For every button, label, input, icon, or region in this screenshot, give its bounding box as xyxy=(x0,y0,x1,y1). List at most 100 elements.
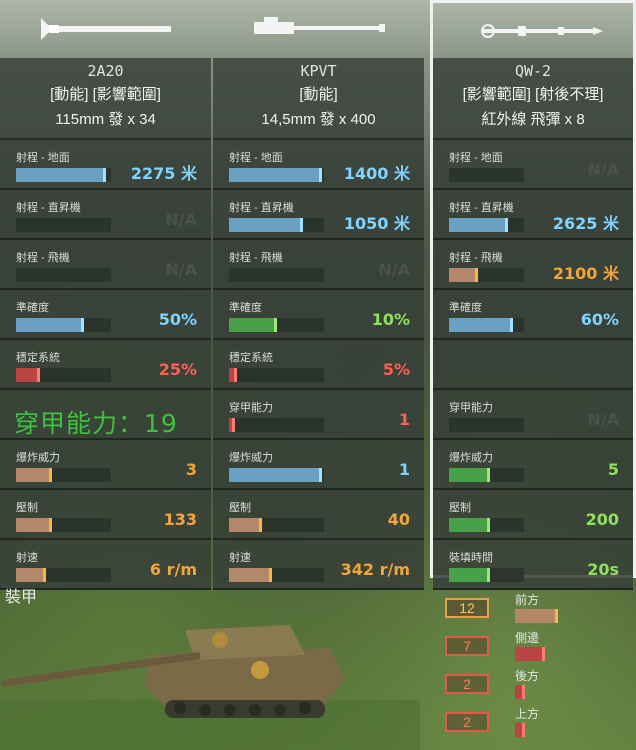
stat-value: 3 xyxy=(185,460,197,479)
weapon-ammo: 紅外線 飛彈 x 8 xyxy=(481,111,585,128)
stat-bar-tick xyxy=(37,368,40,382)
stat-bar xyxy=(16,518,111,532)
stat-value: N/A xyxy=(165,260,197,279)
stat-label: 壓制 xyxy=(449,502,471,514)
stat-row: 穩定系統 5% xyxy=(213,340,424,390)
stat-bar xyxy=(16,168,111,182)
stat-row xyxy=(433,340,633,390)
tank-image xyxy=(0,625,420,750)
stat-label: 準確度 xyxy=(449,302,482,314)
stat-value: 200 xyxy=(585,510,619,529)
stat-value: 2625 米 xyxy=(552,214,619,233)
weapon-card-kpvt[interactable]: KPVT [動能] 14,5mm 發 x 400 射程 - 地面 1400 米射程… xyxy=(213,0,424,590)
stat-label: 準確度 xyxy=(229,302,262,314)
stat-row: 壓制 40 xyxy=(213,490,424,540)
weapon-tags: [影響範圍] [射後不理] xyxy=(462,86,604,103)
stat-bar xyxy=(229,418,324,432)
stat-bar xyxy=(229,218,324,232)
stat-bar xyxy=(16,568,111,582)
penetration-value: 穿甲能力：19 xyxy=(14,409,178,438)
stat-row: 壓制 200 xyxy=(433,490,633,540)
stat-bar-fill xyxy=(449,268,478,282)
stat-bar xyxy=(449,568,524,582)
armor-bar xyxy=(515,647,545,661)
stat-bar-fill xyxy=(449,518,490,532)
stat-row: 射程 - 直昇機 1050 米 xyxy=(213,190,424,240)
stat-bar-tick xyxy=(269,568,272,582)
stat-row: 射程 - 飛機 N/A xyxy=(213,240,424,290)
machine-gun-icon xyxy=(213,0,424,58)
armor-bar xyxy=(515,723,525,737)
stat-row: 準確度 50% xyxy=(0,290,211,340)
weapon-card-2a20[interactable]: 2A20 [動能] [影響範圍] 115mm 發 x 34 射程 - 地面 227… xyxy=(0,0,211,590)
stat-row: 射速 342 r/m xyxy=(213,540,424,590)
stat-bar-tick xyxy=(505,218,508,232)
stat-value: 25% xyxy=(158,360,197,379)
stat-bar xyxy=(449,218,524,232)
stat-bar-fill xyxy=(449,218,508,232)
stat-value: 1 xyxy=(398,460,410,479)
stat-label: 穩定系統 xyxy=(16,352,60,364)
missile-icon xyxy=(433,3,633,58)
stat-bar-tick xyxy=(274,318,277,332)
stat-bar-tick xyxy=(234,368,237,382)
stat-bar-fill xyxy=(229,318,277,332)
stat-bar xyxy=(229,468,324,482)
stat-bar xyxy=(229,568,324,582)
stat-bar-tick xyxy=(49,468,52,482)
stat-label: 射程 - 地面 xyxy=(229,152,283,164)
stat-label: 射速 xyxy=(229,552,251,564)
stat-bar-tick xyxy=(103,168,106,182)
armor-side-label: 後方 xyxy=(515,669,540,683)
stat-bar xyxy=(449,168,524,182)
stat-value: 1050 米 xyxy=(343,214,410,233)
stat-bar xyxy=(16,318,111,332)
stat-bar-tick xyxy=(510,318,513,332)
stat-label: 射程 - 直昇機 xyxy=(16,202,81,214)
armor-value-box: 2 xyxy=(445,674,489,694)
stat-label: 射速 xyxy=(16,552,38,564)
stat-value: N/A xyxy=(587,160,619,179)
stat-label: 準確度 xyxy=(16,302,49,314)
armor-bar xyxy=(515,685,525,699)
stat-label: 射程 - 飛機 xyxy=(16,252,70,264)
stat-value: 133 xyxy=(163,510,197,529)
stat-row: 穿甲能力 1 xyxy=(213,390,424,440)
stat-bar xyxy=(229,368,324,382)
stat-bar-tick xyxy=(81,318,84,332)
stat-bar-tick xyxy=(300,218,303,232)
stat-bar-fill xyxy=(229,468,322,482)
stat-label: 射程 - 地面 xyxy=(16,152,70,164)
cannon-icon xyxy=(0,0,211,58)
stat-value: 2100 米 xyxy=(552,264,619,283)
stat-label: 射程 - 直昇機 xyxy=(449,202,514,214)
stat-row: 射程 - 地面 1400 米 xyxy=(213,140,424,190)
stat-label: 壓制 xyxy=(16,502,38,514)
stat-row: 準確度 10% xyxy=(213,290,424,340)
weapon-stats: 射程 - 地面 N/A 射程 - 直昇機 2625 米射程 - 飛機 2100 米準確度… xyxy=(433,140,633,590)
armor-side-label: 前方 xyxy=(515,593,540,607)
stat-bar-tick xyxy=(319,468,322,482)
stat-label: 裝填時間 xyxy=(449,552,493,564)
stat-bar-tick xyxy=(259,518,262,532)
stat-label: 射程 - 地面 xyxy=(449,152,503,164)
stat-label: 射程 - 飛機 xyxy=(229,252,283,264)
armor-bar xyxy=(515,609,558,623)
stat-value: 40 xyxy=(387,510,410,529)
stat-bar xyxy=(449,468,524,482)
stat-row: 射程 - 直昇機 2625 米 xyxy=(433,190,633,240)
stat-row: 射程 - 飛機 N/A xyxy=(0,240,211,290)
weapon-card-qw2[interactable]: QW-2 [影響範圍] [射後不理] 紅外線 飛彈 x 8 射程 - 地面 N/A… xyxy=(430,0,636,590)
stat-bar-fill xyxy=(229,218,303,232)
stat-row: 射程 - 地面 2275 米 xyxy=(0,140,211,190)
weapon-tags: [動能] xyxy=(299,86,338,103)
stat-bar-fill xyxy=(229,518,262,532)
stat-bar-tick xyxy=(49,518,52,532)
stat-row: 射程 - 地面 N/A xyxy=(433,140,633,190)
weapon-ammo: 14,5mm 發 x 400 xyxy=(261,111,376,128)
armor-value-box: 2 xyxy=(445,712,489,732)
weapon-ammo: 115mm 發 x 34 xyxy=(55,111,156,128)
armor-side-label: 上方 xyxy=(515,707,540,721)
stat-bar xyxy=(16,218,111,232)
stat-value: N/A xyxy=(587,410,619,429)
